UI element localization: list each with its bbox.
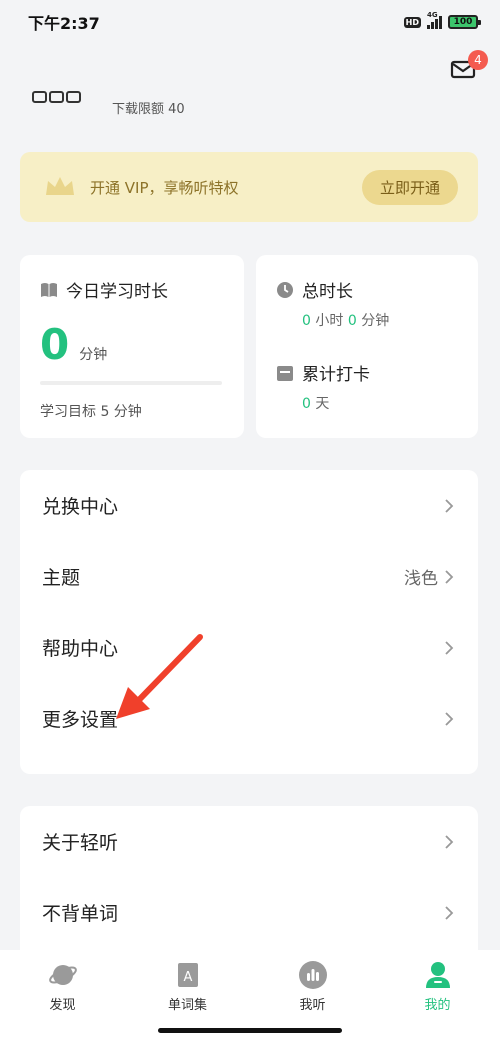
vip-banner[interactable]: 开通 VIP，享畅听特权 立即开通 — [20, 152, 478, 222]
audio-bars-icon — [298, 961, 327, 989]
menu-item-label: 不背单词 — [42, 903, 119, 925]
signal-icon: 4G — [427, 11, 442, 29]
theme-value: 浅色 — [404, 569, 438, 589]
menu-item-label: 关于轻听 — [42, 832, 119, 854]
checkin-title: 累计打卡 — [302, 365, 370, 385]
calendar-check-icon — [277, 365, 293, 381]
study-progress-bar — [40, 381, 222, 385]
hd-badge: HD — [403, 16, 421, 28]
chevron-right-icon — [445, 640, 454, 655]
today-study-card[interactable]: 今日学习时长 0 分钟 学习目标 5 分钟 — [20, 255, 244, 438]
vip-text: 开通 VIP，享畅听特权 — [90, 178, 239, 197]
battery-icon: 100 — [448, 15, 481, 29]
tab-mine[interactable]: 我的 — [375, 960, 500, 1041]
status-time: 下午2:37 — [28, 14, 100, 33]
home-indicator — [158, 1028, 342, 1033]
svg-text:A: A — [183, 970, 192, 985]
menu-item-label: 主题 — [42, 567, 81, 589]
total-time-title: 总时长 — [302, 282, 353, 302]
total-time-value: 0 小时 0 分钟 — [302, 313, 390, 329]
tab-label: 单词集 — [167, 998, 207, 1013]
about-menu: 关于轻听 不背单词 — [20, 806, 478, 966]
network-type: 4G — [427, 11, 438, 19]
planet-icon — [48, 965, 77, 985]
menu-item-theme[interactable]: 主题 浅色 — [20, 541, 478, 612]
menu-item-label: 兑换中心 — [42, 496, 119, 518]
chevron-right-icon — [445, 569, 454, 584]
today-study-title: 今日学习时长 — [66, 282, 168, 302]
menu-item-label: 更多设置 — [42, 709, 119, 731]
status-icons: HD 4G 100 — [403, 11, 481, 29]
profile-icon — [425, 962, 450, 988]
menu-item-exchange-center[interactable]: 兑换中心 — [20, 470, 478, 541]
unread-badge: 4 — [468, 50, 488, 70]
menu-item-about[interactable]: 关于轻听 — [20, 806, 478, 877]
chevron-right-icon — [445, 498, 454, 513]
settings-menu: 兑换中心 主题 浅色 帮助中心 更多设置 — [20, 470, 478, 774]
status-bar: 下午2:37 HD 4G 100 — [0, 0, 500, 44]
checkin-value: 0 天 — [302, 396, 330, 412]
word-book-icon: A — [177, 963, 198, 987]
messages-button[interactable]: 4 — [448, 50, 488, 88]
download-quota: 下载限额 40 — [112, 102, 185, 117]
menu-item-more-settings[interactable]: 更多设置 — [20, 683, 478, 754]
tab-label: 我听 — [299, 998, 326, 1013]
avatar[interactable] — [30, 84, 84, 118]
tab-discover[interactable]: 发现 — [0, 960, 125, 1041]
chevron-right-icon — [445, 711, 454, 726]
tab-label: 我的 — [424, 998, 451, 1013]
today-minutes: 0 — [40, 320, 70, 369]
chevron-right-icon — [445, 834, 454, 849]
menu-item-help-center[interactable]: 帮助中心 — [20, 612, 478, 683]
chevron-right-icon — [445, 905, 454, 920]
menu-item-bubei-words[interactable]: 不背单词 — [20, 877, 478, 948]
crown-icon — [46, 177, 74, 195]
study-goal: 学习目标 5 分钟 — [40, 404, 142, 420]
today-minutes-unit: 分钟 — [79, 347, 108, 363]
tab-label: 发现 — [49, 998, 76, 1013]
menu-item-label: 帮助中心 — [42, 638, 119, 660]
vip-open-button[interactable]: 立即开通 — [361, 169, 458, 205]
book-icon — [41, 282, 57, 297]
clock-icon — [277, 281, 293, 298]
stats-card[interactable]: 总时长 0 小时 0 分钟 累计打卡 0 天 — [256, 255, 478, 438]
